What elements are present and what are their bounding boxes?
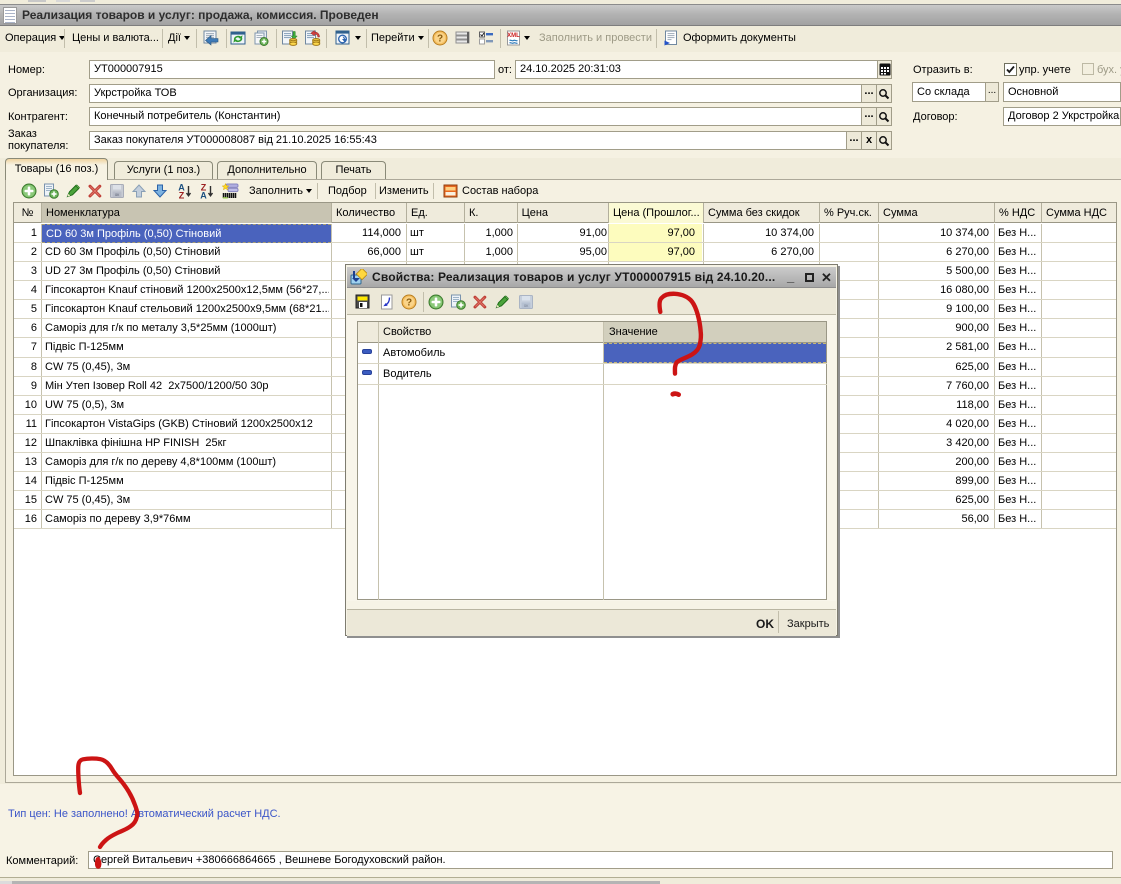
svg-text:?: ? bbox=[437, 34, 443, 45]
svg-text:?: ? bbox=[406, 298, 412, 309]
svg-text:Z: Z bbox=[179, 191, 185, 200]
svg-text:A: A bbox=[200, 191, 207, 200]
svg-text:ок: ок bbox=[115, 192, 120, 197]
svg-text:XML: XML bbox=[507, 33, 520, 39]
